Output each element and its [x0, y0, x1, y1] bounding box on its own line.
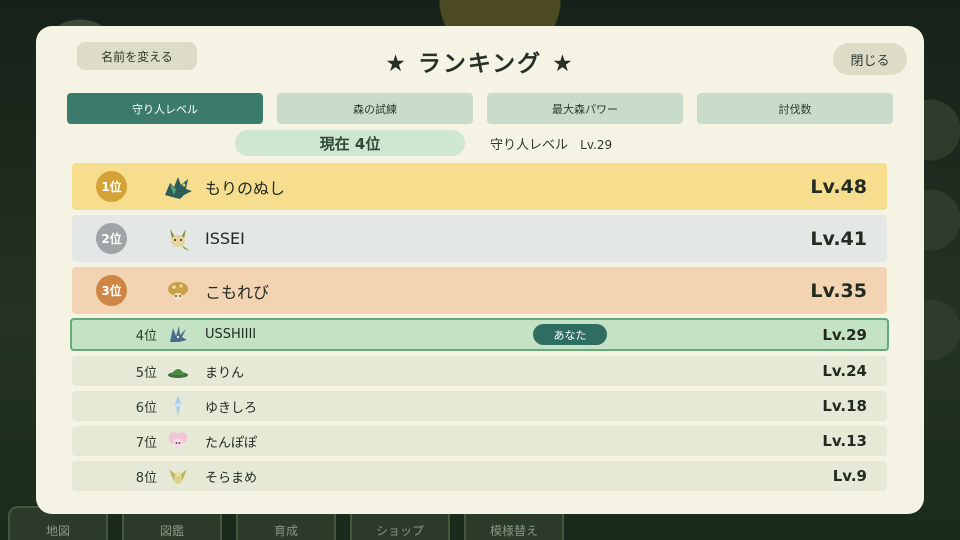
current-category: 守り人レベル [490, 138, 569, 153]
player-name: ISSEI [205, 229, 245, 248]
player-rank: 7位 [135, 435, 157, 451]
player-name: USSHIIII [205, 327, 257, 342]
tab-forest-trial[interactable]: 森の試練 [277, 93, 473, 124]
ranking-row[interactable]: 8位 そらまめ Lv.9 [72, 461, 887, 491]
spiky-creature-icon [162, 319, 194, 351]
current-rank-badge: 現在 4位 [235, 130, 465, 156]
ranking-title: ★ ランキング ★ [385, 51, 575, 77]
tab-guardian-level[interactable]: 守り人レベル [67, 93, 263, 124]
dragon-icon [162, 171, 194, 203]
player-level: Lv.13 [822, 432, 867, 450]
player-level: Lv.41 [810, 227, 867, 250]
player-level: Lv.29 [822, 325, 867, 344]
player-rank: 6位 [135, 400, 157, 416]
mushroom-icon [162, 275, 194, 307]
ranking-tabs: 守り人レベル 森の試練 最大森パワー 討伐数 [67, 93, 893, 124]
ranking-row[interactable]: 2位 ISSEI Lv.41 [72, 215, 887, 262]
tab-max-forest-power[interactable]: 最大森パワー [487, 93, 683, 124]
ranking-row-self[interactable]: 4位 USSHIIII あなた Lv.29 [70, 318, 889, 351]
player-level: Lv.48 [810, 175, 867, 198]
silver-medal: 2位 [96, 223, 127, 254]
ranking-row[interactable]: 7位 たんぽぽ Lv.13 [72, 426, 887, 456]
ranking-row[interactable]: 3位 こもれび Lv.35 [72, 267, 887, 314]
player-name: ゆきしろ [205, 400, 258, 416]
gold-medal: 1位 [96, 171, 127, 202]
tab-defeat-count[interactable]: 討伐数 [697, 93, 893, 124]
ranking-row[interactable]: 1位 もりのぬし Lv.48 [72, 163, 887, 210]
ranking-modal: 名前を変える ★ ランキング ★ 閉じる 守り人レベル 森の試練 最大森パワー … [36, 26, 924, 514]
you-badge: あなた [533, 324, 607, 345]
bronze-medal: 3位 [96, 275, 127, 306]
current-level-info: 守り人レベル Lv.29 [490, 134, 612, 153]
close-button[interactable]: 閉じる [833, 43, 907, 75]
player-name: まりん [205, 365, 245, 381]
winged-sprite-icon [162, 460, 194, 492]
player-level: Lv.18 [822, 397, 867, 415]
player-name: こもれび [205, 282, 270, 302]
player-level: Lv.9 [832, 467, 867, 485]
snow-crystal-icon [162, 390, 194, 422]
player-rank: 4位 [135, 329, 157, 344]
player-name: そらまめ [205, 470, 258, 486]
player-rank: 8位 [135, 470, 157, 486]
ranking-row[interactable]: 5位 まりん Lv.24 [72, 356, 887, 386]
current-level: Lv.29 [580, 138, 613, 152]
ranking-row[interactable]: 6位 ゆきしろ Lv.18 [72, 391, 887, 421]
player-name: もりのぬし [205, 178, 286, 198]
player-rank: 5位 [135, 365, 157, 381]
player-level: Lv.24 [822, 362, 867, 380]
green-hat-icon [162, 355, 194, 387]
player-name: たんぽぽ [205, 435, 258, 451]
leaf-fox-icon [162, 223, 194, 255]
pink-fairy-icon [162, 425, 194, 457]
player-level: Lv.35 [810, 279, 867, 302]
